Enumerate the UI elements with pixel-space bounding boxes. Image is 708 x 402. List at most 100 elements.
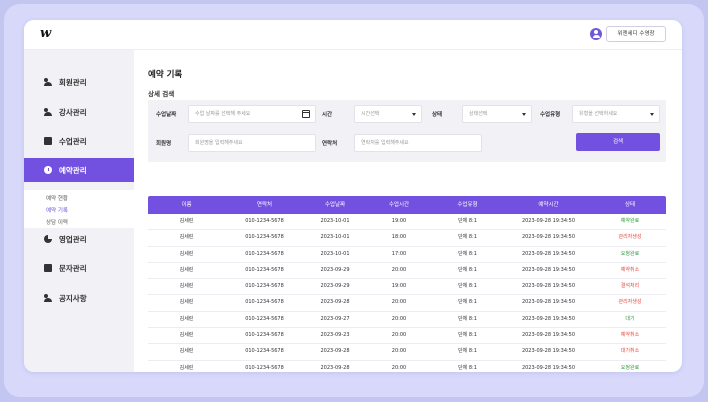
- table-cell: 20:00: [391, 315, 407, 322]
- table-cell: 010-1234-5678: [245, 283, 284, 290]
- table-cell: 김세린: [179, 218, 194, 224]
- status-badge: 관리자생성: [618, 299, 642, 306]
- table-cell: 단체 8:1: [458, 332, 477, 339]
- table-cell: 단체 8:1: [458, 364, 477, 371]
- table-cell: 010-1234-5678: [245, 299, 284, 306]
- status-badge: 대기취소: [620, 348, 640, 355]
- table-cell: 010-1234-5678: [245, 332, 284, 339]
- member-icon: [44, 78, 52, 86]
- sidebar-item-label: 공지사항: [59, 293, 87, 303]
- user-account-button[interactable]: 위젠세디 수영장: [606, 26, 666, 42]
- table-row[interactable]: 김세린 010-1234-5678 2023-09-28 20:00 단체 8:1 202…: [148, 295, 666, 312]
- sidebar-item-members[interactable]: 회원관리: [24, 70, 134, 94]
- table-row[interactable]: 김세린 010-1234-5678 2023-09-28 20:00 단체 8:1 202…: [148, 361, 666, 372]
- sidebar-item-sales[interactable]: 영업관리: [24, 227, 134, 251]
- table-cell: 2023-09-28 19:34:50: [521, 315, 576, 322]
- pie-chart-icon: [44, 235, 52, 243]
- table-cell: 김세린: [179, 299, 194, 306]
- table-cell: 2023-09-28 19:34:50: [521, 348, 576, 355]
- class-type-select[interactable]: 유형을 선택하세요: [572, 105, 660, 123]
- date-placeholder: 수업 날짜를 선택해 주세요: [195, 111, 251, 117]
- table-row[interactable]: 김세린 010-1234-5678 2023-10-01 19:00 단체 8:1 202…: [148, 214, 666, 231]
- status-badge: 예약취소: [620, 332, 640, 339]
- table-row[interactable]: 김세린 010-1234-5678 2023-09-27 20:00 단체 8:1 202…: [148, 312, 666, 329]
- table-cell: 19:00: [391, 283, 407, 290]
- table-row[interactable]: 김세린 010-1234-5678 2023-09-29 20:00 단체 8:1 202…: [148, 263, 666, 280]
- sidebar-item-label: 영업관리: [59, 234, 87, 244]
- table-cell: 김세린: [179, 332, 194, 339]
- table-cell: 2023-10-01: [320, 250, 350, 257]
- table-row[interactable]: 김세린 010-1234-5678 2023-09-28 20:00 단체 8:1 202…: [148, 344, 666, 361]
- table-cell: 김세린: [179, 283, 194, 290]
- table-cell: 010-1234-5678: [245, 348, 284, 355]
- reservation-table: 이름 연락처 수업날짜 수업시간 수업유형 예약시간 상태 김세린 010-1234-5678…: [148, 196, 666, 372]
- table-row[interactable]: 김세린 010-1234-5678 2023-10-01 17:00 단체 8:1 202…: [148, 247, 666, 263]
- logo[interactable]: w: [40, 26, 51, 41]
- main-content: 예약 기록 상세 검색 수업날짜 수업 날짜를 선택해 주세요 시간 시간선택 …: [134, 50, 682, 372]
- sidebar-item-label: 문자관리: [59, 263, 87, 273]
- submenu-consultation-history[interactable]: 상담 이력: [46, 218, 68, 226]
- column-header: 예약시간: [538, 202, 559, 208]
- sidebar-item-messages[interactable]: 문자관리: [24, 256, 134, 280]
- table-cell: 19:00: [391, 218, 407, 224]
- table-cell: 18:00: [391, 234, 407, 241]
- member-name-placeholder: 회원명을 입력해주세요: [195, 140, 243, 146]
- time-label: 시간: [322, 112, 333, 118]
- sidebar-item-classes[interactable]: 수업관리: [24, 129, 134, 153]
- date-field[interactable]: 수업 날짜를 선택해 주세요: [188, 105, 316, 123]
- sidebar-item-notices[interactable]: 공지사항: [24, 286, 134, 310]
- table-row[interactable]: 김세린 010-1234-5678 2023-09-23 20:00 단체 8:1 202…: [148, 328, 666, 345]
- table-cell: 20:00: [391, 364, 407, 371]
- table-cell: 김세린: [179, 364, 194, 371]
- submenu-reservation-history[interactable]: 예약 기록: [46, 206, 68, 214]
- table-body: 김세린 010-1234-5678 2023-10-01 19:00 단체 8:1 202…: [148, 214, 666, 372]
- page-title: 예약 기록: [148, 70, 183, 80]
- submenu-reservation-status[interactable]: 예약 현황: [46, 194, 68, 202]
- table-header: 이름 연락처 수업날짜 수업시간 수업유형 예약시간 상태: [148, 196, 666, 214]
- sidebar-item-reservations[interactable]: 예약관리: [24, 158, 134, 182]
- time-select[interactable]: 시간선택: [354, 105, 422, 123]
- table-row[interactable]: 김세린 010-1234-5678 2023-09-29 19:00 단체 8:1 202…: [148, 279, 666, 296]
- table-cell: 010-1234-5678: [245, 364, 284, 371]
- sidebar-item-instructors[interactable]: 강사관리: [24, 100, 134, 124]
- status-badge: 대기: [625, 315, 635, 322]
- contact-input[interactable]: 연락처를 입력해주세요: [354, 134, 482, 152]
- filter-section-title: 상세 검색: [148, 90, 175, 98]
- sidebar-item-label: 예약관리: [59, 165, 87, 175]
- calendar-icon[interactable]: [302, 110, 310, 118]
- status-badge: 요청완료: [620, 364, 640, 371]
- table-cell: 20:00: [391, 266, 407, 273]
- table-cell: 2023-10-01: [320, 234, 350, 241]
- table-cell: 010-1234-5678: [245, 250, 284, 257]
- app-window: w 위젠세디 수영장 회원관리 강사관리 수업관리 예약관리 예약 현황 예약 …: [24, 20, 682, 372]
- table-cell: 단체 8:1: [458, 299, 477, 306]
- column-header: 수업날짜: [324, 202, 346, 208]
- member-name-input[interactable]: 회원명을 입력해주세요: [188, 134, 316, 152]
- table-cell: 2023-09-23: [320, 332, 350, 339]
- status-badge: 예약취소: [620, 266, 640, 273]
- sidebar-item-label: 강사관리: [59, 107, 87, 117]
- table-cell: 2023-09-28 19:34:50: [521, 364, 576, 371]
- instructor-icon: [44, 108, 52, 116]
- table-cell: 2023-09-28 19:34:50: [521, 218, 576, 224]
- sidebar: 회원관리 강사관리 수업관리 예약관리 예약 현황 예약 기록 상담 이력 영업…: [24, 50, 134, 372]
- table-row[interactable]: 김세린 010-1234-5678 2023-10-01 18:00 단체 8:1 202…: [148, 230, 666, 247]
- search-button[interactable]: 검색: [576, 133, 660, 151]
- member-name-label: 회원명: [156, 141, 172, 147]
- user-avatar-icon: [590, 28, 602, 40]
- table-cell: 김세린: [179, 234, 194, 241]
- date-label: 수업날짜: [156, 112, 177, 118]
- status-select[interactable]: 상태선택: [462, 105, 532, 123]
- table-cell: 010-1234-5678: [245, 234, 284, 241]
- column-header: 수업시간: [388, 202, 410, 208]
- chevron-down-icon: [650, 113, 654, 116]
- table-cell: 단체 8:1: [458, 250, 477, 257]
- table-cell: 단체 8:1: [458, 283, 477, 290]
- column-header: 이름: [181, 202, 192, 208]
- calendar-icon: [44, 137, 52, 145]
- time-select-value: 시간선택: [361, 111, 380, 117]
- status-select-value: 상태선택: [469, 111, 488, 117]
- column-header: 연락처: [256, 202, 273, 208]
- status-label: 상태: [432, 112, 443, 118]
- table-cell: 2023-09-28 19:34:50: [521, 234, 576, 241]
